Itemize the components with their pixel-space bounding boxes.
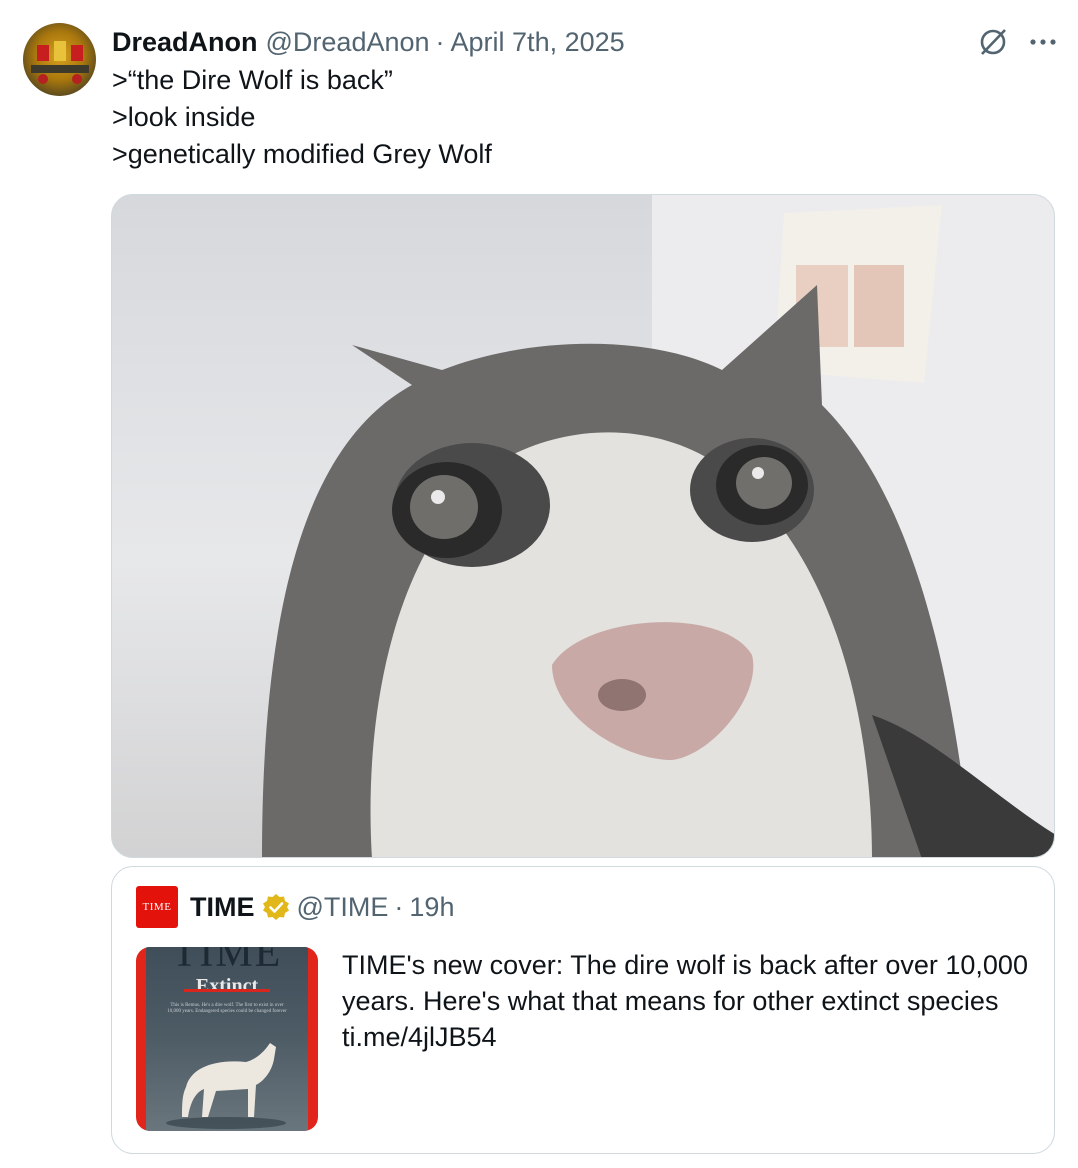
separator: · bbox=[435, 26, 445, 57]
post-date[interactable]: April 7th, 2025 bbox=[451, 27, 625, 58]
tweet-text: >“the Dire Wolf is back” >look inside >g… bbox=[112, 65, 492, 169]
display-name[interactable]: DreadAnon bbox=[112, 27, 258, 58]
quoted-separator: · bbox=[394, 891, 404, 922]
quoted-handle[interactable]: @TIME bbox=[297, 892, 389, 923]
tweet-header: DreadAnon @DreadAnon · April 7th, 2025 bbox=[112, 24, 1058, 60]
handle[interactable]: @DreadAnon bbox=[266, 27, 430, 58]
grok-icon[interactable] bbox=[976, 25, 1010, 59]
time-logo[interactable]: TIME bbox=[136, 886, 178, 928]
cat-photo bbox=[262, 195, 1054, 857]
quoted-timestamp[interactable]: 19h bbox=[409, 892, 454, 923]
time-cover-thumbnail[interactable]: TIME Extinct This is Remus. He's a dire … bbox=[136, 947, 318, 1131]
quoted-tweet-text: TIME's new cover: The dire wolf is back … bbox=[342, 950, 1028, 1052]
quoted-tweet-header: TIME TIME @TIME · 19h bbox=[136, 886, 454, 928]
more-icon[interactable] bbox=[1028, 27, 1058, 57]
avatar-image bbox=[31, 41, 89, 84]
verified-badge-icon[interactable] bbox=[261, 892, 291, 922]
avatar[interactable] bbox=[23, 23, 96, 96]
cover-background: TIME Extinct This is Remus. He's a dire … bbox=[146, 947, 308, 1131]
wolf-image bbox=[166, 1043, 286, 1129]
quoted-tweet[interactable]: TIME TIME @TIME · 19h TIME Extinct This … bbox=[111, 866, 1055, 1154]
quoted-display-name[interactable]: TIME bbox=[190, 892, 255, 923]
tweet-media[interactable] bbox=[111, 194, 1055, 858]
